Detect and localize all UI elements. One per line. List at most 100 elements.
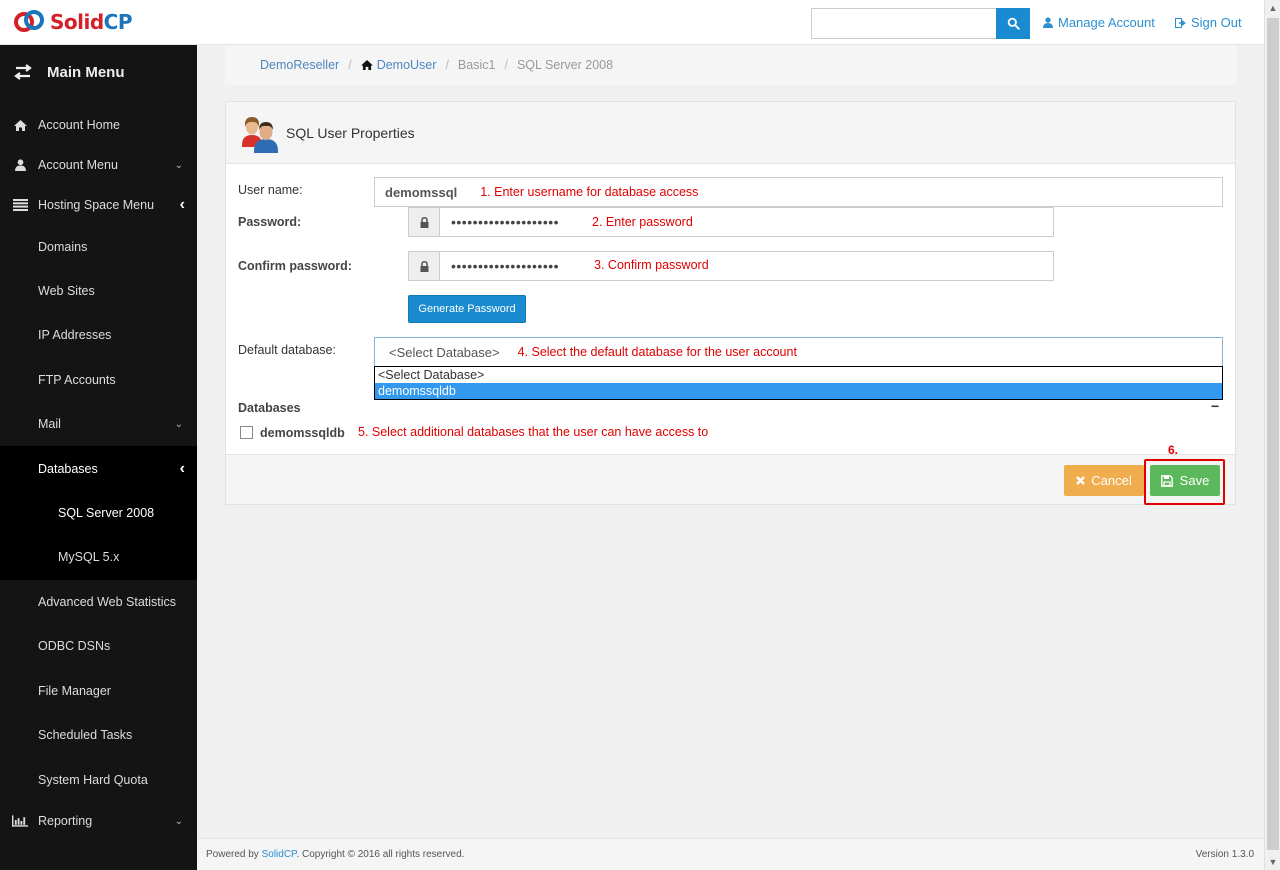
swap-arrows-icon xyxy=(14,64,32,80)
lock-icon xyxy=(420,216,428,228)
solidcp-logo[interactable]: SolidCP xyxy=(12,8,133,36)
manage-account-label: Manage Account xyxy=(1058,15,1155,30)
sidebar-item-mail[interactable]: Mail ⌄ xyxy=(0,402,197,446)
top-header: SolidCP Manage Account Sign Out xyxy=(0,0,1264,45)
sidebar-item-advanced-web-statistics[interactable]: Advanced Web Statistics xyxy=(0,580,197,624)
chevron-down-icon: ⌄ xyxy=(174,418,183,430)
sidebar-item-label: Account Home xyxy=(38,118,120,132)
sidebar-item-label: Databases xyxy=(38,462,98,476)
breadcrumb-demouser[interactable]: DemoUser xyxy=(360,58,437,72)
annotation-4: 4. Select the default database for the u… xyxy=(517,345,797,359)
database-checkbox[interactable] xyxy=(240,426,253,439)
username-label: User name: xyxy=(238,183,303,197)
breadcrumb: DemoReseller / DemoUser / Basic1 / SQL S… xyxy=(225,45,1237,85)
annotation-6: 6. xyxy=(1168,443,1179,457)
sidebar-item-label: File Manager xyxy=(38,684,111,698)
scroll-down-icon[interactable]: ▼ xyxy=(1265,854,1280,870)
sidebar-item-ftp-accounts[interactable]: FTP Accounts xyxy=(0,358,197,402)
password-lock xyxy=(408,207,440,237)
search-input[interactable] xyxy=(811,8,997,39)
sidebar-item-label: Advanced Web Statistics xyxy=(38,595,177,609)
collapse-icon[interactable]: − xyxy=(1211,398,1219,414)
sidebar-item-mysql-5x[interactable]: MySQL 5.x xyxy=(0,535,197,579)
panel-header: SQL User Properties xyxy=(226,102,1235,164)
default-database-dropdown: <Select Database> demomssqldb xyxy=(374,366,1223,400)
copyright-text: . Copyright © 2016 all rights reserved. xyxy=(296,849,465,860)
lock-icon xyxy=(420,260,428,272)
sidebar-item-label: Hosting Space Menu xyxy=(38,198,155,212)
page-scrollbar[interactable]: ▲ ▼ xyxy=(1264,0,1280,870)
sidebar-item-domains[interactable]: Domains xyxy=(0,225,197,269)
home-icon xyxy=(12,119,28,131)
password-value: •••••••••••••••••••• xyxy=(451,214,560,230)
user-icon xyxy=(1043,17,1053,28)
logo-icon xyxy=(12,8,48,36)
bar-chart-icon xyxy=(12,815,28,827)
sidebar-item-label: Reporting xyxy=(38,814,93,828)
search-icon xyxy=(1007,17,1020,30)
database-name: demomssqldb xyxy=(260,426,345,440)
default-database-select[interactable]: <Select Database> 4. Select the default … xyxy=(374,337,1223,367)
powered-by-text: Powered by xyxy=(206,849,262,860)
sidebar-item-sql-server-2008[interactable]: SQL Server 2008 xyxy=(0,491,197,535)
users-icon xyxy=(242,116,278,153)
confirm-password-value: •••••••••••••••••••• xyxy=(451,258,560,274)
breadcrumb-label: DemoUser xyxy=(376,58,437,72)
breadcrumb-basic1: Basic1 xyxy=(457,58,496,72)
password-label: Password: xyxy=(238,215,302,229)
main-menu-title: Main Menu xyxy=(47,63,125,81)
sidebar-item-account-menu[interactable]: Account Menu ⌄ xyxy=(0,143,197,187)
dropdown-option[interactable]: <Select Database> xyxy=(375,367,1222,383)
sql-user-properties-panel: SQL User Properties User name: demomssql… xyxy=(225,101,1236,505)
manage-account-link[interactable]: Manage Account xyxy=(1043,15,1155,30)
sidebar-item-label: FTP Accounts xyxy=(38,373,116,387)
sidebar-item-reporting[interactable]: Reporting ⌄ xyxy=(0,799,197,843)
username-field[interactable]: demomssql 1. Enter username for database… xyxy=(374,177,1223,207)
annotation-1: 1. Enter username for database access xyxy=(480,185,699,199)
save-label: Save xyxy=(1179,473,1210,488)
confirm-password-label: Confirm password: xyxy=(238,259,352,273)
sidebar-item-databases[interactable]: Databases ‹ xyxy=(0,447,197,491)
version-text: Version 1.3.0 xyxy=(1195,849,1254,860)
generate-password-button[interactable]: Generate Password xyxy=(408,295,526,323)
brand-part2: CP xyxy=(103,10,133,34)
search-button[interactable] xyxy=(996,8,1030,39)
breadcrumb-current: SQL Server 2008 xyxy=(516,58,614,72)
sign-out-link[interactable]: Sign Out xyxy=(1175,15,1242,30)
password-field[interactable]: •••••••••••••••••••• 2. Enter password xyxy=(439,207,1054,237)
default-database-selected: <Select Database> xyxy=(389,344,500,360)
sidebar-item-label: MySQL 5.x xyxy=(58,550,120,564)
sidebar-item-label: System Hard Quota xyxy=(38,773,148,787)
breadcrumb-demoreseller[interactable]: DemoReseller xyxy=(260,58,339,72)
sidebar-item-file-manager[interactable]: File Manager xyxy=(0,669,197,713)
sidebar-item-label: Web Sites xyxy=(38,284,95,298)
list-icon xyxy=(12,199,28,211)
save-button[interactable]: Save xyxy=(1150,465,1220,496)
floppy-disk-icon xyxy=(1160,474,1173,487)
chevron-left-icon: ‹ xyxy=(179,460,185,477)
sidebar-item-system-hard-quota[interactable]: System Hard Quota xyxy=(0,758,197,802)
sidebar-item-odbc-dsns[interactable]: ODBC DSNs xyxy=(0,624,197,668)
databases-label: Databases xyxy=(238,401,301,415)
sidebar-item-label: IP Addresses xyxy=(38,328,112,342)
sidebar-item-scheduled-tasks[interactable]: Scheduled Tasks xyxy=(0,713,197,757)
sidebar-item-label: Scheduled Tasks xyxy=(38,728,133,742)
home-icon xyxy=(360,60,373,70)
sidebar-item-label: ODBC DSNs xyxy=(38,639,111,653)
chevron-left-icon: ‹ xyxy=(179,196,185,213)
main-content: DemoReseller / DemoUser / Basic1 / SQL S… xyxy=(197,45,1264,870)
annotation-2: 2. Enter password xyxy=(592,215,693,229)
sign-out-icon xyxy=(1175,17,1186,28)
dropdown-option-highlighted[interactable]: demomssqldb xyxy=(375,383,1222,399)
cancel-button[interactable]: Cancel xyxy=(1064,465,1144,496)
confirm-password-field[interactable]: •••••••••••••••••••• 3. Confirm password xyxy=(439,251,1054,281)
scroll-thumb[interactable] xyxy=(1267,18,1279,850)
scroll-up-icon[interactable]: ▲ xyxy=(1265,0,1280,16)
sidebar-item-account-home[interactable]: Account Home xyxy=(0,103,197,147)
solidcp-link[interactable]: SolidCP xyxy=(262,849,297,860)
sidebar-item-hosting-space-menu[interactable]: Hosting Space Menu ‹ xyxy=(0,183,197,227)
sidebar-item-ip-addresses[interactable]: IP Addresses xyxy=(0,313,197,357)
sidebar-item-label: SQL Server 2008 xyxy=(58,506,155,520)
main-menu-toggle[interactable]: Main Menu xyxy=(0,45,197,99)
sidebar-item-web-sites[interactable]: Web Sites xyxy=(0,269,197,313)
